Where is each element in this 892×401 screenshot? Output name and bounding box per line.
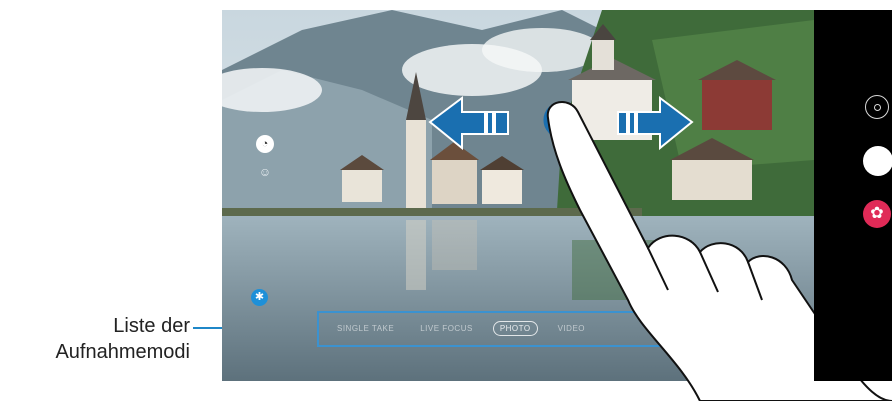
effects-icon[interactable]: ✿ xyxy=(863,200,891,228)
switch-camera-icon[interactable] xyxy=(865,95,889,119)
shutter-button[interactable] xyxy=(863,146,892,176)
swiping-hand-illustration xyxy=(546,101,892,401)
camera-control-bar: ✿ xyxy=(814,10,892,381)
